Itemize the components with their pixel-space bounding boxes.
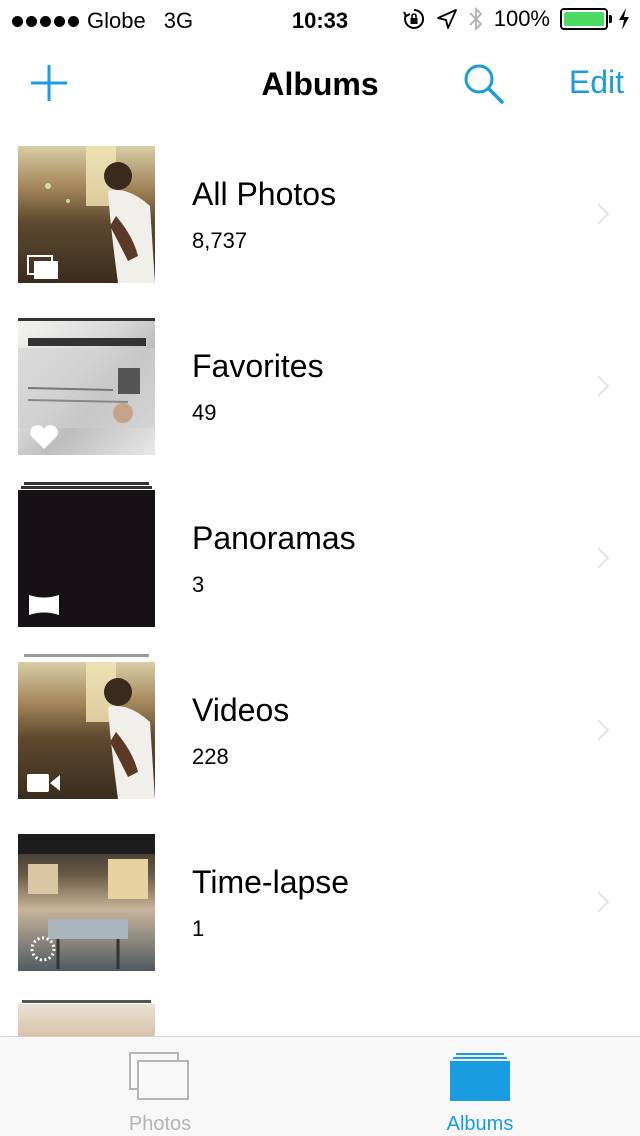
stack-edge: [18, 318, 155, 321]
battery-icon: [560, 8, 612, 30]
album-count: 1: [192, 916, 205, 941]
album-title: Panoramas: [192, 520, 356, 556]
page-title: Albums: [261, 66, 379, 102]
album-row-favorites[interactable]: Favorites 49: [0, 306, 640, 456]
album-count: 3: [192, 572, 205, 597]
tab-albums[interactable]: Albums: [320, 1037, 640, 1136]
album-count: 8,737: [192, 228, 248, 253]
album-title: Favorites: [192, 348, 324, 384]
video-camera-icon: [27, 774, 60, 792]
rotation-lock-icon: [402, 8, 424, 29]
chevron-right-icon: [597, 203, 610, 225]
stack-edge: [22, 1000, 151, 1003]
tab-label: Albums: [446, 1113, 514, 1135]
chevron-right-icon: [597, 547, 610, 569]
photos-tab-icon: [129, 1052, 189, 1100]
battery-fill: [564, 12, 604, 26]
album-count: 49: [192, 400, 217, 425]
status-bar: Globe 3G 10:33 100%: [0, 0, 640, 40]
tab-label: Photos: [128, 1113, 192, 1135]
album-row-videos[interactable]: Videos 228: [0, 650, 640, 800]
album-thumbnail: [18, 662, 155, 799]
photo-stack-icon: [27, 255, 58, 279]
album-thumbnail: [18, 1004, 155, 1036]
battery-percentage: 100%: [493, 6, 550, 31]
chevron-right-icon: [597, 719, 610, 741]
search-icon[interactable]: [462, 62, 506, 106]
navigation-bar: Albums Edit: [0, 40, 640, 128]
album-thumbnail: [18, 490, 155, 627]
album-list: All Photos 8,737 Favorites 49 Panoramas …: [0, 134, 640, 1036]
stack-edge: [24, 482, 149, 485]
edit-button[interactable]: Edit: [569, 64, 624, 101]
album-thumbnail: [18, 834, 155, 971]
charging-bolt-icon: [619, 8, 629, 30]
album-row-time-lapse[interactable]: Time-lapse 1: [0, 822, 640, 972]
album-title: All Photos: [192, 176, 337, 212]
stack-edge: [24, 654, 149, 657]
status-right: 100%: [402, 6, 630, 32]
album-row-partial[interactable]: [0, 994, 640, 1036]
album-count: 228: [192, 744, 229, 769]
plus-icon[interactable]: [28, 62, 70, 104]
location-arrow-icon: [436, 9, 457, 29]
stack-edge: [21, 486, 152, 489]
album-thumbnail: [18, 318, 155, 455]
album-row-all-photos[interactable]: All Photos 8,737: [0, 134, 640, 284]
tab-photos[interactable]: Photos: [0, 1037, 320, 1136]
album-thumbnail: [18, 146, 155, 283]
heart-icon: [30, 425, 58, 449]
chevron-right-icon: [597, 891, 610, 913]
album-row-panoramas[interactable]: Panoramas 3: [0, 478, 640, 628]
album-title: Time-lapse: [192, 864, 350, 900]
albums-tab-icon: [450, 1053, 510, 1101]
time-lapse-icon: [30, 936, 56, 962]
tab-bar: Photos Albums: [0, 1036, 640, 1136]
bluetooth-icon: [469, 6, 482, 32]
album-title: Videos: [192, 692, 290, 728]
chevron-right-icon: [597, 375, 610, 397]
panorama-icon: [29, 595, 59, 615]
